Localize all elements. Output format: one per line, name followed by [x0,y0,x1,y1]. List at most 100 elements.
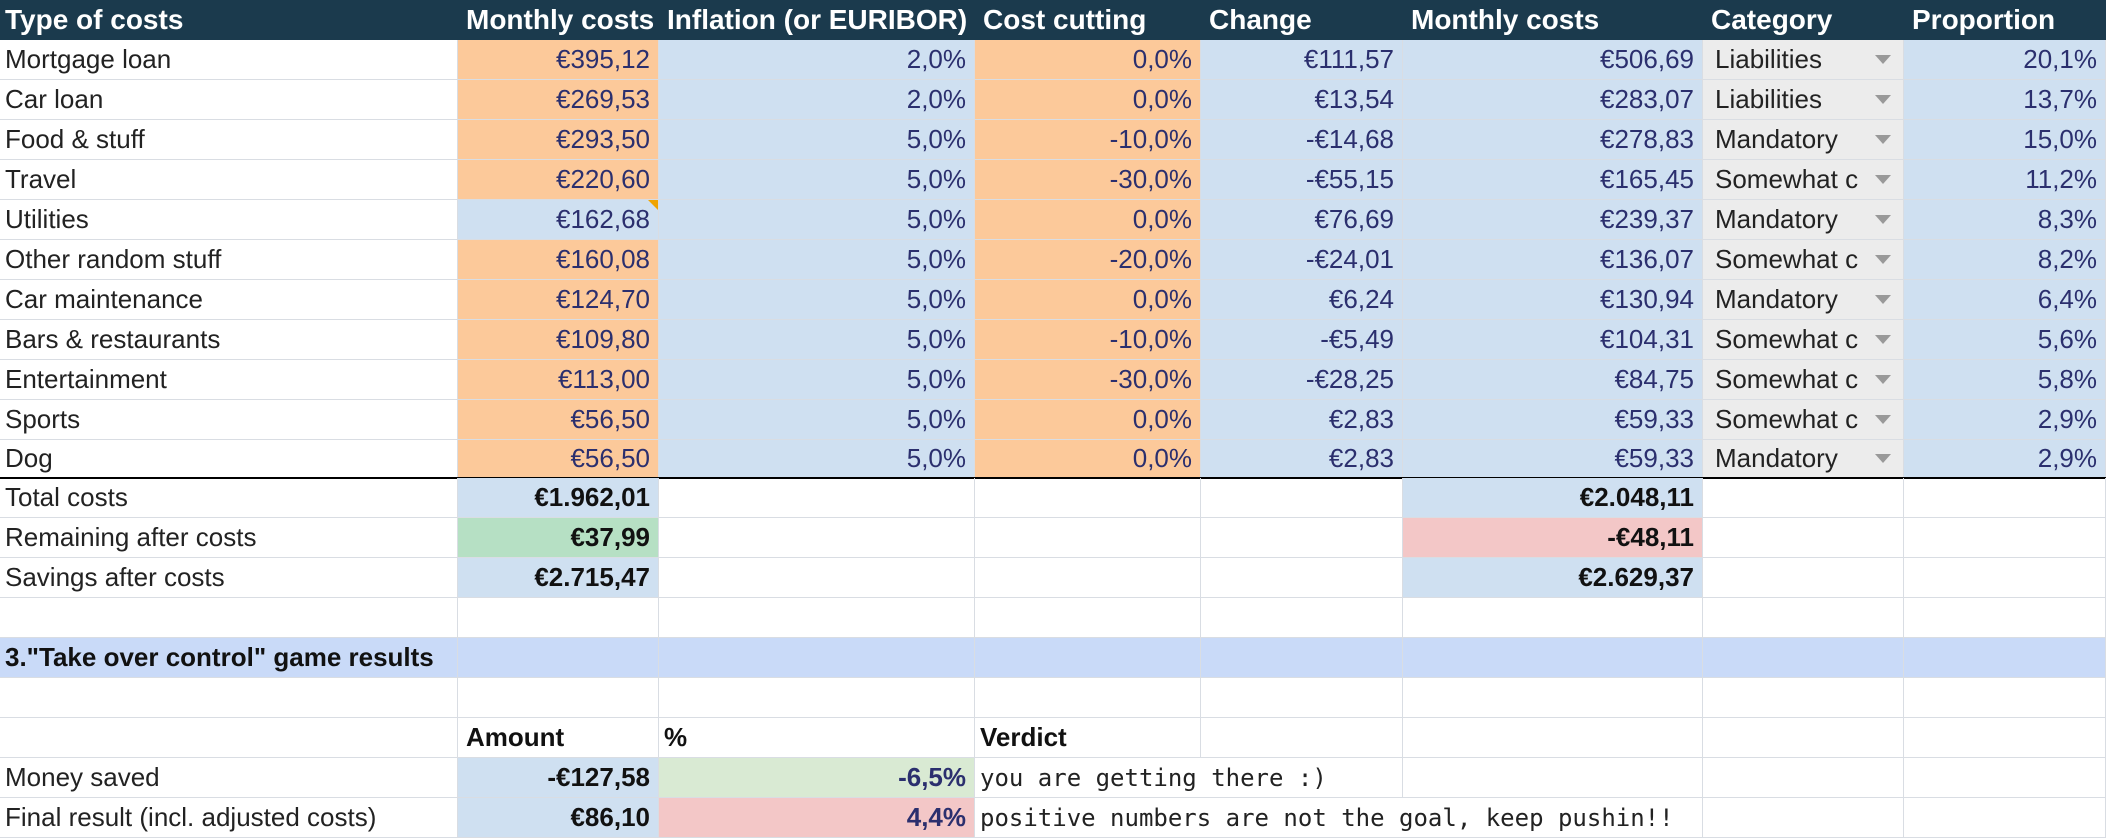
proportion-cell[interactable]: 2,9% [1904,440,2106,478]
adjusted-cost-cell[interactable]: €130,94 [1403,280,1703,320]
adjusted-cost-cell[interactable]: €136,07 [1403,240,1703,280]
category-dropdown[interactable]: Somewhat c [1703,240,1904,280]
inflation-cell[interactable]: 5,0% [659,120,975,160]
dropdown-caret-icon[interactable] [1875,95,1891,104]
cost-cutting-cell[interactable]: 0,0% [975,200,1201,240]
cost-type-cell[interactable]: Car maintenance [0,280,458,320]
amount-header[interactable]: Amount [458,718,659,758]
empty-cell[interactable] [1904,558,2106,598]
col-header-proportion[interactable]: Proportion [1904,0,2106,40]
dropdown-caret-icon[interactable] [1875,454,1891,463]
cost-type-cell[interactable]: Entertainment [0,360,458,400]
change-cell[interactable]: €2,83 [1201,400,1403,440]
empty-cell[interactable] [1201,558,1403,598]
savings-monthly[interactable]: €2.715,47 [458,558,659,598]
monthly-cost-cell[interactable]: €220,60 [458,160,659,200]
empty-cell[interactable] [659,558,975,598]
change-cell[interactable]: €6,24 [1201,280,1403,320]
cost-cutting-cell[interactable]: -30,0% [975,160,1201,200]
monthly-cost-cell[interactable]: €293,50 [458,120,659,160]
cost-type-cell[interactable]: Travel [0,160,458,200]
cost-type-cell[interactable]: Bars & restaurants [0,320,458,360]
empty-cell[interactable] [1904,798,2106,838]
cost-type-cell[interactable]: Utilities [0,200,458,240]
empty-cell[interactable] [1201,598,1403,638]
cost-cutting-cell[interactable]: -10,0% [975,320,1201,360]
proportion-cell[interactable]: 5,8% [1904,360,2106,400]
inflation-cell[interactable]: 5,0% [659,280,975,320]
dropdown-caret-icon[interactable] [1875,295,1891,304]
empty-cell[interactable] [1904,678,2106,718]
remaining-adjusted[interactable]: -€48,11 [1403,518,1703,558]
savings-adjusted[interactable]: €2.629,37 [1403,558,1703,598]
monthly-cost-cell[interactable]: €160,08 [458,240,659,280]
empty-cell[interactable] [1403,678,1703,718]
savings-label[interactable]: Savings after costs [0,558,458,598]
empty-cell[interactable] [659,678,975,718]
cost-cutting-cell[interactable]: 0,0% [975,280,1201,320]
empty-cell[interactable] [1703,798,1904,838]
final-result-amount[interactable]: €86,10 [458,798,659,838]
change-cell[interactable]: €13,54 [1201,80,1403,120]
proportion-cell[interactable]: 15,0% [1904,120,2106,160]
money-saved-percent[interactable]: -6,5% [659,758,975,798]
empty-cell[interactable] [659,518,975,558]
empty-cell[interactable] [975,558,1201,598]
proportion-cell[interactable]: 6,4% [1904,280,2106,320]
cost-cutting-cell[interactable]: 0,0% [975,40,1201,80]
monthly-cost-cell[interactable]: €124,70 [458,280,659,320]
empty-cell[interactable] [1703,638,1904,678]
money-saved-amount[interactable]: -€127,58 [458,758,659,798]
empty-cell[interactable] [1403,598,1703,638]
dropdown-caret-icon[interactable] [1875,55,1891,64]
cost-cutting-cell[interactable]: -20,0% [975,240,1201,280]
empty-cell[interactable] [659,598,975,638]
cost-cutting-cell[interactable]: 0,0% [975,80,1201,120]
monthly-cost-cell[interactable]: €56,50 [458,400,659,440]
inflation-cell[interactable]: 5,0% [659,440,975,478]
proportion-cell[interactable]: 20,1% [1904,40,2106,80]
proportion-cell[interactable]: 2,9% [1904,400,2106,440]
empty-cell[interactable] [1201,478,1403,518]
empty-cell[interactable] [458,598,659,638]
proportion-cell[interactable]: 8,3% [1904,200,2106,240]
proportion-cell[interactable]: 11,2% [1904,160,2106,200]
inflation-cell[interactable]: 5,0% [659,400,975,440]
col-header-monthly[interactable]: Monthly costs [458,0,659,40]
category-dropdown[interactable]: Mandatory [1703,440,1904,478]
money-saved-verdict[interactable]: you are getting there :) [975,758,1403,798]
monthly-cost-cell[interactable]: €162,68 [458,200,659,240]
money-saved-label[interactable]: Money saved [0,758,458,798]
monthly-cost-cell[interactable]: €56,50 [458,440,659,478]
col-header-cutting[interactable]: Cost cutting [975,0,1201,40]
adjusted-cost-cell[interactable]: €84,75 [1403,360,1703,400]
empty-cell[interactable] [1201,718,1403,758]
empty-cell[interactable] [975,678,1201,718]
empty-cell[interactable] [0,598,458,638]
empty-cell[interactable] [1403,718,1703,758]
inflation-cell[interactable]: 2,0% [659,40,975,80]
empty-cell[interactable] [458,638,659,678]
cost-type-cell[interactable]: Food & stuff [0,120,458,160]
monthly-cost-cell[interactable]: €109,80 [458,320,659,360]
adjusted-cost-cell[interactable]: €283,07 [1403,80,1703,120]
adjusted-cost-cell[interactable]: €104,31 [1403,320,1703,360]
empty-cell[interactable] [1904,758,2106,798]
change-cell[interactable]: -€28,25 [1201,360,1403,400]
empty-cell[interactable] [1703,558,1904,598]
monthly-cost-cell[interactable]: €269,53 [458,80,659,120]
remaining-label[interactable]: Remaining after costs [0,518,458,558]
empty-cell[interactable] [1703,718,1904,758]
category-dropdown[interactable]: Somewhat c [1703,160,1904,200]
empty-cell[interactable] [1904,478,2106,518]
category-dropdown[interactable]: Liabilities [1703,80,1904,120]
col-header-type[interactable]: Type of costs [0,0,458,40]
empty-cell[interactable] [1703,678,1904,718]
empty-cell[interactable] [0,718,458,758]
proportion-cell[interactable]: 5,6% [1904,320,2106,360]
change-cell[interactable]: -€24,01 [1201,240,1403,280]
empty-cell[interactable] [1904,638,2106,678]
empty-cell[interactable] [0,678,458,718]
empty-cell[interactable] [1904,518,2106,558]
empty-cell[interactable] [1201,638,1403,678]
